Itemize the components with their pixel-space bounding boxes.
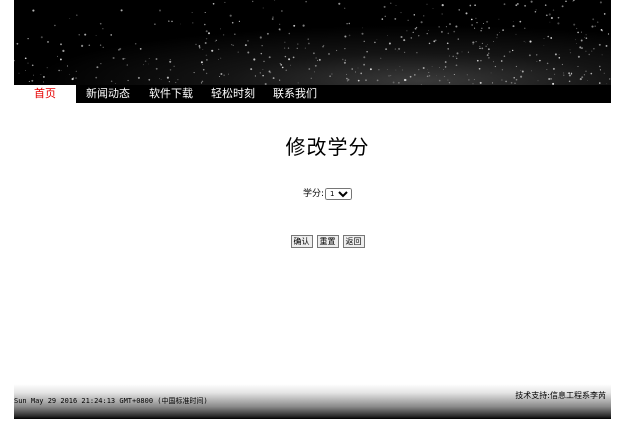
confirm-button[interactable]: 确认 [290, 235, 313, 248]
credit-form-row: 学分: 1 [14, 186, 640, 200]
header-banner [14, 0, 611, 85]
nav-item-contact[interactable]: 联系我们 [266, 85, 324, 103]
nav-item-downloads[interactable]: 软件下载 [142, 85, 200, 103]
page-frame: 首页 新闻动态 软件下载 轻松时刻 联系我们 修改学分 学分: 1 确认 重置 返回 … [14, 0, 611, 426]
nav-item-leisure[interactable]: 轻松时刻 [204, 85, 262, 103]
footer-datetime: Sun May 29 2016 21:24:13 GMT+0800 (中国标准时… [14, 397, 208, 405]
footer-support-credit: 技术支持:信息工程系李芮 [515, 391, 606, 400]
credit-label: 学分: [302, 189, 325, 199]
action-buttons: 确认 重置 返回 [14, 229, 640, 248]
footer: 技术支持:信息工程系李芮 Sun May 29 2016 21:24:13 GM… [14, 384, 611, 419]
page-title: 修改学分 [285, 135, 370, 159]
back-button[interactable]: 返回 [342, 235, 365, 248]
sparkle-banner-image [14, 0, 611, 85]
nav-item-home[interactable]: 首页 [14, 85, 76, 103]
credit-select[interactable]: 1 [325, 187, 353, 200]
reset-button[interactable]: 重置 [316, 235, 339, 248]
nav-item-news[interactable]: 新闻动态 [79, 85, 137, 103]
main-nav: 首页 新闻动态 软件下载 轻松时刻 联系我们 [14, 85, 611, 103]
